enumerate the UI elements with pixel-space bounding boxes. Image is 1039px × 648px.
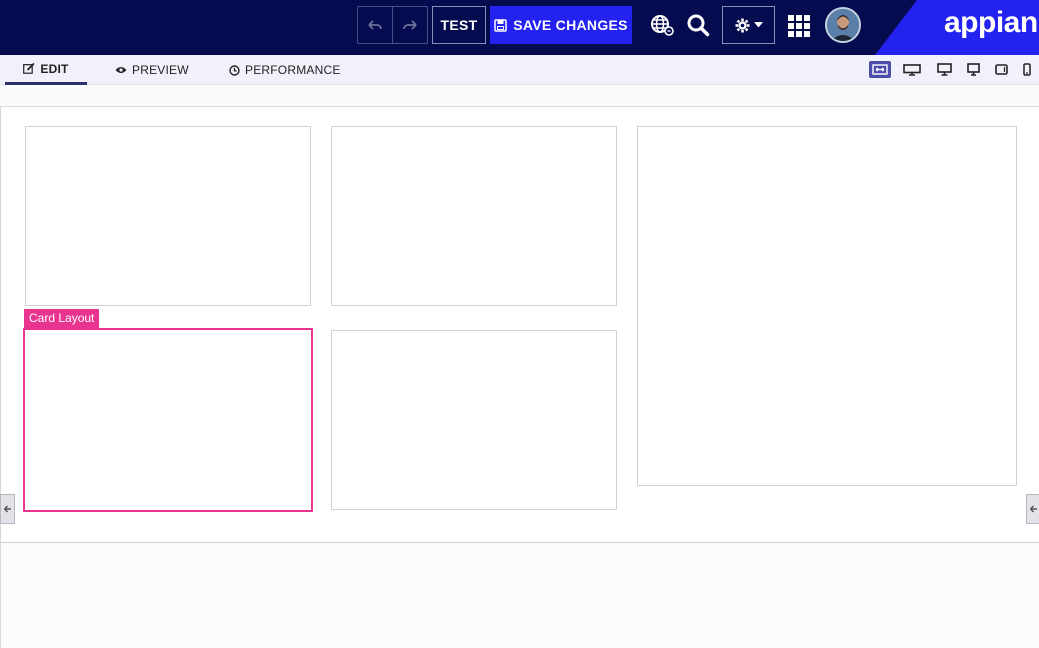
selected-component-label: Card Layout xyxy=(24,309,100,328)
card-layout-empty[interactable] xyxy=(637,126,1017,486)
tab-preview[interactable]: PREVIEW xyxy=(115,55,189,85)
left-panel-toggle[interactable] xyxy=(0,494,15,524)
device-phone[interactable] xyxy=(1016,61,1038,78)
redo-button[interactable] xyxy=(392,6,428,44)
device-laptop[interactable] xyxy=(962,61,984,78)
eye-icon xyxy=(115,67,127,73)
device-tablet[interactable] xyxy=(990,61,1012,78)
tab-edit-label: EDIT xyxy=(40,61,69,76)
save-changes-label: SAVE CHANGES xyxy=(513,17,628,33)
tab-performance[interactable]: PERFORMANCE xyxy=(229,55,341,85)
grid-icon xyxy=(788,15,810,37)
app-launcher-button[interactable] xyxy=(788,15,810,42)
appian-logo: appian xyxy=(944,6,1038,39)
device-desktop[interactable] xyxy=(933,61,955,78)
wide-monitor-icon xyxy=(903,63,921,76)
tablet-icon xyxy=(994,64,1008,75)
fit-width-icon xyxy=(872,64,888,75)
device-fit-width[interactable] xyxy=(869,61,891,78)
arrow-left-icon xyxy=(1029,505,1037,513)
device-wide-monitor[interactable] xyxy=(901,61,923,78)
settings-menu-button[interactable] xyxy=(722,6,775,44)
laptop-icon xyxy=(966,63,980,76)
save-changes-button[interactable]: SAVE CHANGES xyxy=(490,6,632,44)
arrow-left-icon xyxy=(3,505,11,513)
tab-edit[interactable]: EDIT xyxy=(5,55,87,85)
edit-icon xyxy=(23,63,36,74)
card-layout-empty[interactable] xyxy=(331,126,617,306)
top-bar: TEST SAVE CHANGES appian xyxy=(0,0,1039,55)
locale-button[interactable] xyxy=(650,14,674,41)
desktop-icon xyxy=(936,63,952,76)
globe-icon xyxy=(651,15,674,36)
designer-tab-bar: EDIT PREVIEW PERFORMANCE xyxy=(0,55,1039,85)
tab-performance-label: PERFORMANCE xyxy=(245,63,341,77)
user-avatar[interactable] xyxy=(825,7,861,43)
test-button[interactable]: TEST xyxy=(432,6,486,44)
card-layout-selected[interactable] xyxy=(23,328,313,512)
search-button[interactable] xyxy=(686,13,710,42)
user-photo xyxy=(827,9,859,41)
phone-icon xyxy=(1023,63,1031,76)
gear-icon xyxy=(735,18,749,32)
canvas-header-strip xyxy=(0,86,1039,107)
clock-icon xyxy=(229,64,240,76)
undo-button[interactable] xyxy=(357,6,393,44)
caret-down-icon xyxy=(753,22,763,28)
undo-icon xyxy=(368,20,382,30)
card-layout-empty[interactable] xyxy=(331,330,617,510)
right-panel-toggle[interactable] xyxy=(1026,494,1039,524)
search-icon xyxy=(687,14,710,37)
tab-preview-label: PREVIEW xyxy=(132,63,189,77)
save-icon xyxy=(494,18,507,32)
canvas-empty-area xyxy=(0,543,1039,648)
card-layout-empty[interactable] xyxy=(25,126,311,306)
redo-icon xyxy=(403,20,417,30)
